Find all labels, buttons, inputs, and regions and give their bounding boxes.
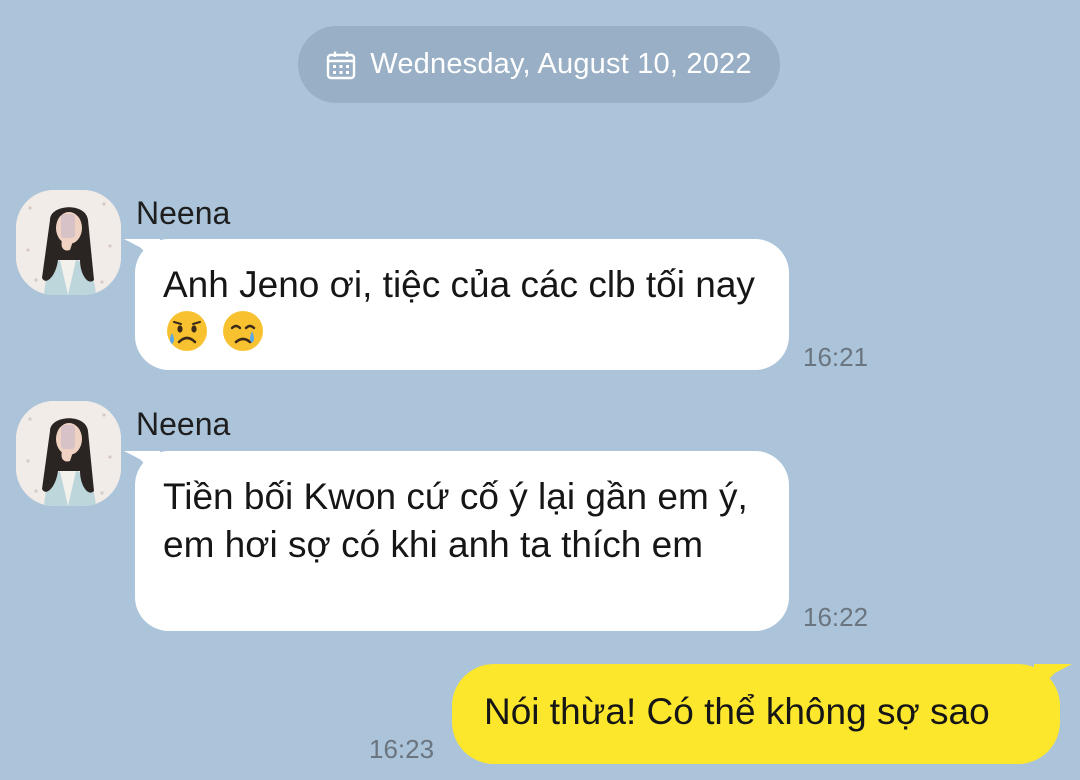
avatar[interactable] <box>16 401 121 506</box>
message-time: 16:21 <box>803 342 869 372</box>
message-text: Anh Jeno ơi, tiệc của các clb tối nay <box>163 264 755 305</box>
sender-name: Neena <box>136 406 231 442</box>
date-header: Wednesday, August 10, 2022 <box>298 26 780 103</box>
sad-sweat-face-emoji <box>167 311 207 351</box>
message-time: 16:22 <box>803 602 869 632</box>
message-time: 16:23 <box>369 734 435 764</box>
date-header-text: Wednesday, August 10, 2022 <box>370 48 752 80</box>
message-bubble-incoming[interactable]: Anh Jeno ơi, tiệc của các clb tối nay <box>135 239 789 370</box>
message-text: Nói thừa! Có thể không sợ sao <box>484 691 990 732</box>
message-text: Tiền bối Kwon cứ cố ý lại gần em ý, em h… <box>163 476 748 565</box>
avatar[interactable] <box>16 190 121 295</box>
sender-name: Neena <box>136 195 231 231</box>
message-bubble-outgoing[interactable]: Nói thừa! Có thể không sợ sao <box>452 664 1060 764</box>
calendar-icon <box>327 51 356 79</box>
message-bubble-incoming[interactable]: Tiền bối Kwon cứ cố ý lại gần em ý, em h… <box>135 451 789 631</box>
crying-face-emoji <box>223 311 264 351</box>
